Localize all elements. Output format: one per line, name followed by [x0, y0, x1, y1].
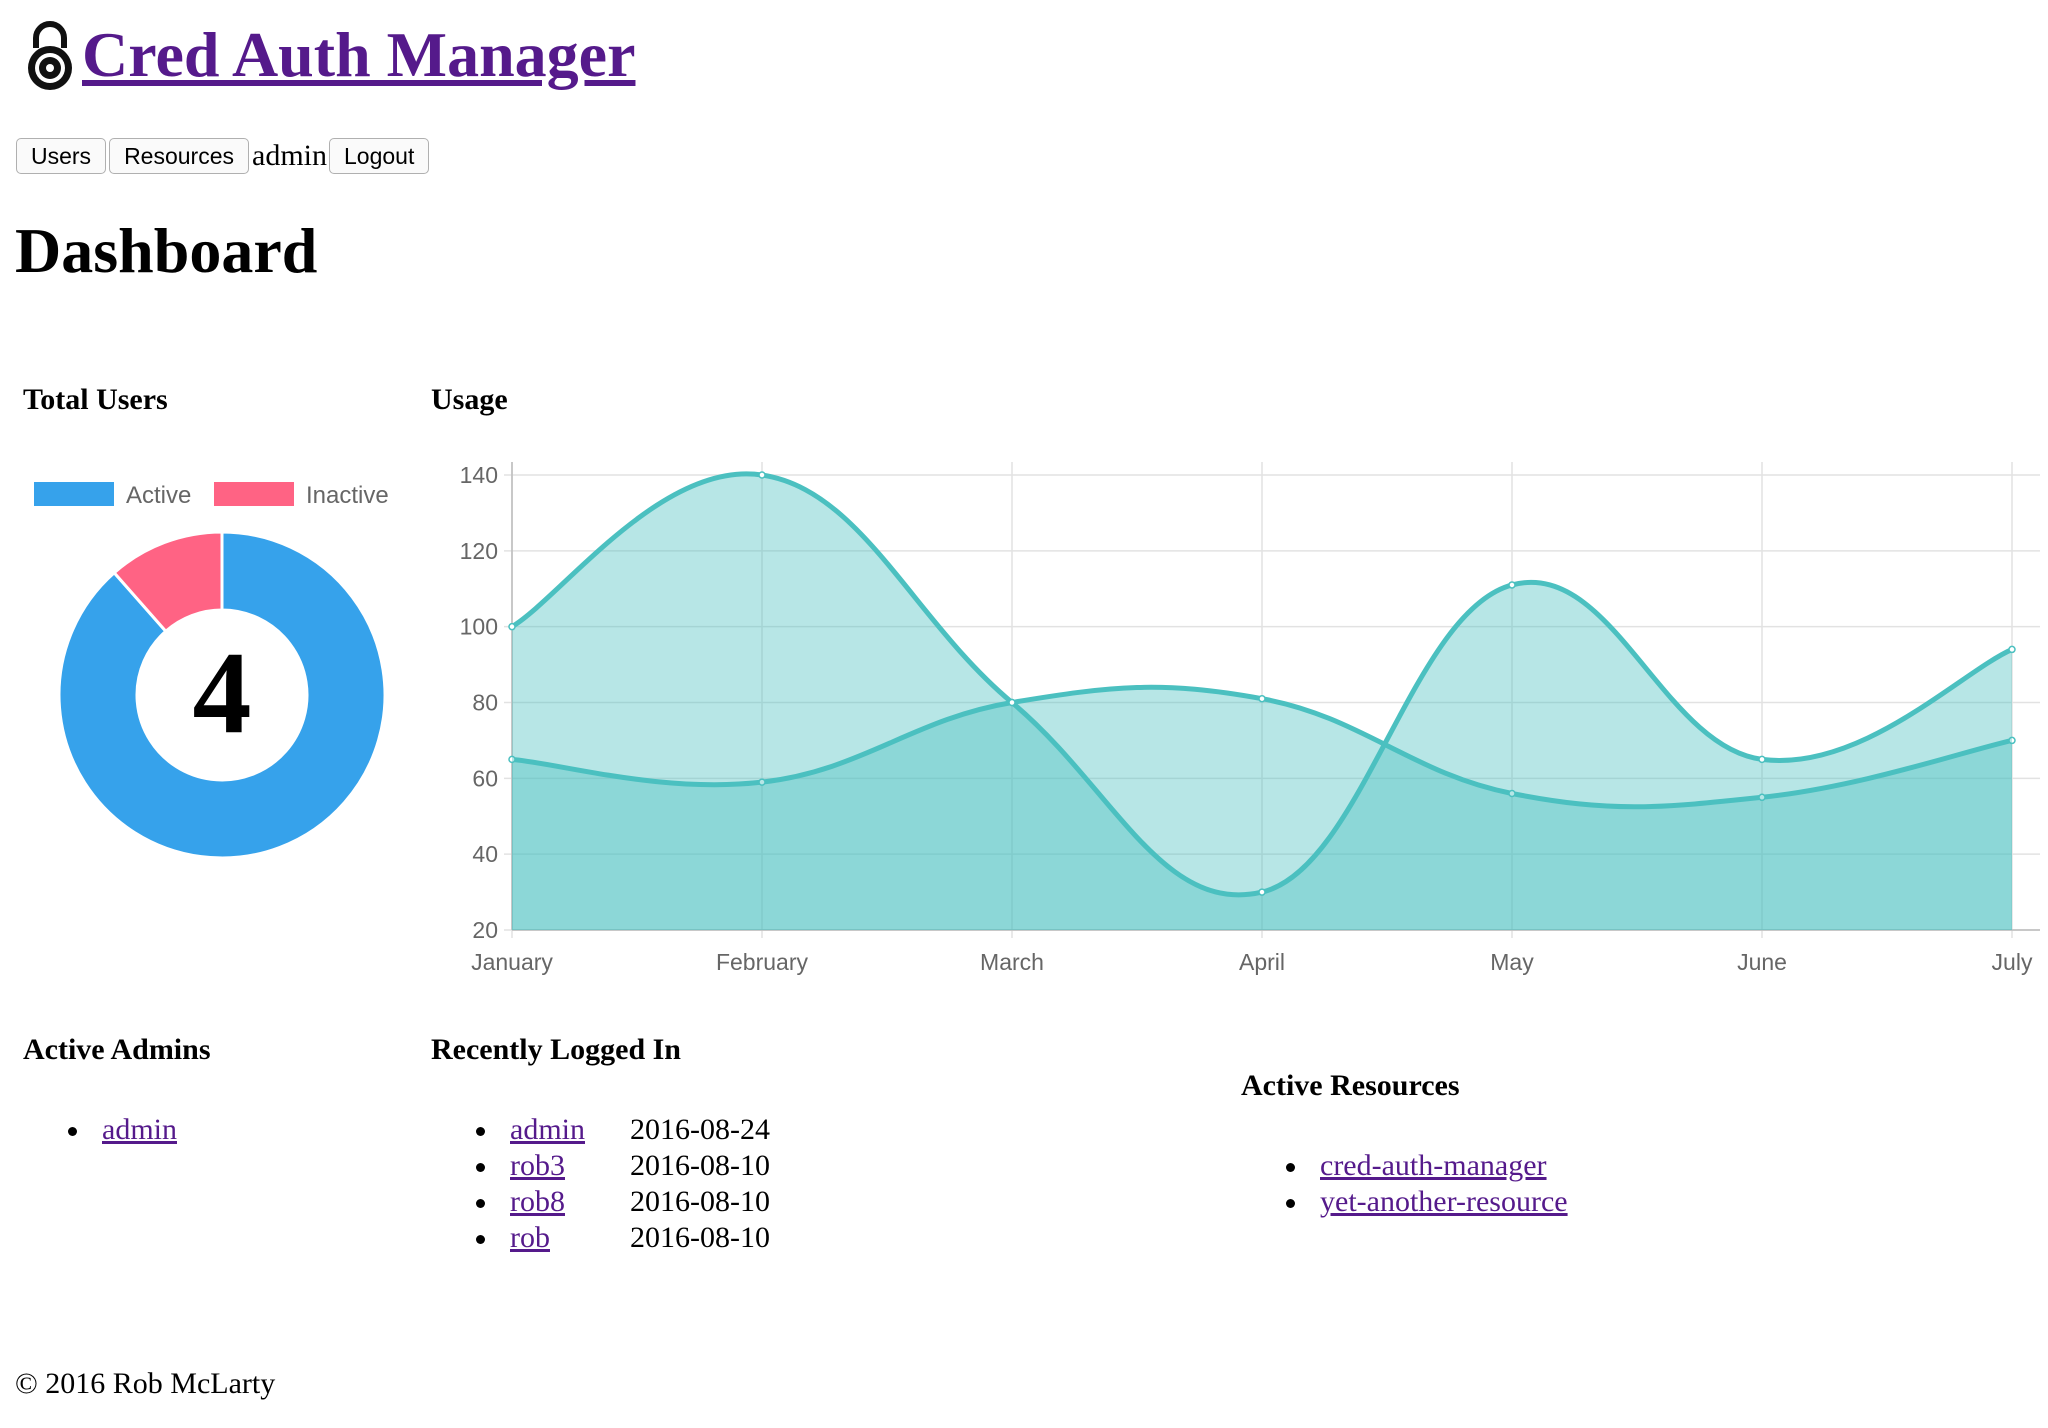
legend-label-inactive: Inactive: [306, 482, 389, 509]
footer-copyright: © 2016 Rob McLarty: [15, 1367, 276, 1400]
usage-series-1-point: [1258, 694, 1266, 703]
legend-label-active: Active: [126, 482, 191, 509]
login-date: 2016-08-10: [630, 1221, 770, 1254]
usage-heading: Usage: [431, 383, 508, 416]
y-tick-label: 120: [460, 538, 498, 564]
recent-user-link[interactable]: rob8: [510, 1184, 630, 1220]
page-title: Dashboard: [15, 215, 318, 286]
total-users-heading: Total Users: [23, 383, 168, 416]
login-date: 2016-08-24: [630, 1113, 770, 1146]
recently-logged-in-list: admin 2016-08-24 rob3 2016-08-10 rob8 2016-…: [476, 1112, 770, 1256]
usage-series-2-point: [1758, 755, 1766, 764]
usage-series-2-point: [1258, 888, 1266, 896]
y-tick-label: 100: [460, 614, 498, 640]
donut-legend: Active Inactive: [34, 482, 389, 509]
resources-button[interactable]: Resources: [109, 138, 249, 174]
list-item: rob3 2016-08-10: [476, 1148, 770, 1184]
total-users-count: 4: [193, 627, 252, 758]
list-item: rob 2016-08-10: [476, 1220, 770, 1256]
legend-swatch-active: [34, 482, 114, 506]
x-tick-label: June: [1737, 949, 1787, 975]
usage-series-2-point: [1508, 581, 1516, 589]
usage-series-2-point: [2008, 645, 2016, 654]
resource-link[interactable]: cred-auth-manager: [1320, 1149, 1547, 1182]
logout-button[interactable]: Logout: [329, 138, 430, 174]
active-resources-heading: Active Resources: [1241, 1069, 1460, 1102]
y-tick-label: 60: [472, 765, 498, 791]
usage-series-2-point: [508, 622, 516, 631]
lock-icon: [28, 21, 72, 90]
legend-swatch-inactive: [214, 482, 294, 506]
x-tick-label: May: [1490, 949, 1534, 975]
recent-user-link[interactable]: rob3: [510, 1148, 630, 1184]
login-date: 2016-08-10: [630, 1149, 770, 1182]
active-resources-list: cred-auth-manager yet-another-resource: [1286, 1148, 1568, 1220]
login-date: 2016-08-10: [630, 1185, 770, 1218]
site-title-link[interactable]: Cred Auth Manager: [82, 23, 635, 87]
current-user-label: admin: [252, 139, 327, 172]
y-tick-label: 140: [460, 462, 498, 488]
site-header: Cred Auth Manager: [22, 10, 635, 100]
x-tick-label: March: [980, 949, 1044, 975]
resource-link[interactable]: yet-another-resource: [1320, 1185, 1568, 1218]
recent-user-link[interactable]: rob: [510, 1220, 630, 1256]
users-button[interactable]: Users: [16, 138, 107, 174]
y-tick-label: 80: [472, 690, 498, 716]
list-item: admin: [68, 1112, 177, 1148]
list-item: yet-another-resource: [1286, 1184, 1568, 1220]
usage-series-2-point: [1008, 698, 1016, 707]
nav-bar: Users Resources admin Logout: [16, 138, 432, 174]
list-item: admin 2016-08-24: [476, 1112, 770, 1148]
y-tick-label: 20: [472, 917, 498, 943]
total-users-donut-chart: Active Inactive 4: [34, 482, 389, 860]
x-tick-label: February: [716, 949, 809, 975]
x-tick-label: April: [1239, 949, 1285, 975]
list-item: cred-auth-manager: [1286, 1148, 1568, 1184]
list-item: rob8 2016-08-10: [476, 1184, 770, 1220]
y-tick-label: 40: [472, 841, 498, 867]
usage-series-2-point: [758, 471, 766, 479]
x-tick-label: January: [471, 949, 553, 975]
x-tick-label: July: [1992, 949, 2033, 975]
usage-area-chart: 20 40 60 80 100 120 140 January February March Ap…: [460, 462, 2040, 975]
admin-user-link[interactable]: admin: [102, 1113, 177, 1146]
recently-logged-in-heading: Recently Logged In: [431, 1033, 681, 1066]
x-axis-ticks: January February March April May June July: [471, 949, 2033, 975]
active-admins-list: admin: [68, 1112, 177, 1148]
active-admins-heading: Active Admins: [23, 1033, 211, 1066]
y-axis-ticks: 20 40 60 80 100 120 140: [460, 462, 498, 943]
recent-user-link[interactable]: admin: [510, 1112, 630, 1148]
